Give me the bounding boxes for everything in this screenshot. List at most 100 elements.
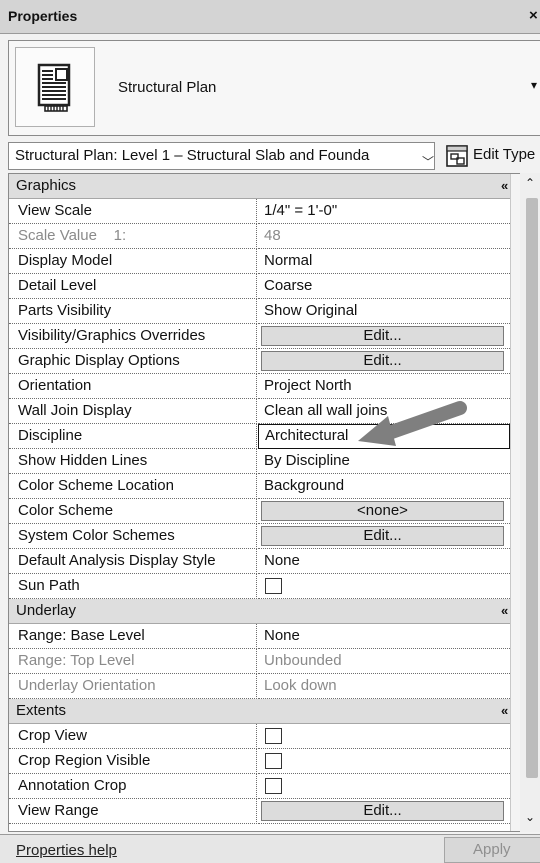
annotation-crop-checkbox[interactable] (265, 778, 282, 794)
type-selector[interactable]: Structural Plan ▾ (8, 40, 540, 136)
palette-footer: Properties help Apply (0, 834, 540, 863)
sun-path-checkbox[interactable] (265, 578, 282, 594)
collapse-icon[interactable]: « (501, 599, 508, 623)
title-bar: Properties × (0, 0, 540, 34)
prop-row-cs-location: Color Scheme Location Background (9, 474, 510, 499)
prop-label: Sun Path (9, 574, 257, 599)
group-header-graphics[interactable]: Graphics « (9, 174, 510, 199)
scroll-thumb[interactable] (526, 198, 538, 778)
crop-region-checkbox[interactable] (265, 753, 282, 769)
color-scheme-button[interactable]: <none> (261, 501, 504, 521)
prop-label: Parts Visibility (9, 299, 257, 324)
collapse-icon[interactable]: « (501, 699, 508, 723)
prop-value[interactable]: 1/4" = 1'-0" (258, 199, 510, 224)
chevron-down-icon: ﹀ (422, 155, 435, 169)
scroll-down-icon[interactable]: ⌄ (520, 807, 540, 827)
view-range-edit-button[interactable]: Edit... (261, 801, 504, 821)
prop-value-cell (258, 774, 510, 799)
apply-button[interactable]: Apply (444, 837, 540, 863)
prop-row-scale-value: Scale Value 1: 48 (9, 224, 510, 249)
prop-row-underlay-orientation: Underlay Orientation Look down (9, 674, 510, 699)
prop-value: Look down (258, 674, 510, 699)
prop-value[interactable]: Background (258, 474, 510, 499)
prop-label: Wall Join Display (9, 399, 257, 424)
graphic-display-edit-button[interactable]: Edit... (261, 351, 504, 371)
prop-label: View Range (9, 799, 257, 824)
prop-value: 48 (258, 224, 510, 249)
prop-label: Scale Value 1: (9, 224, 257, 249)
close-icon[interactable]: × (529, 7, 538, 24)
prop-label: Display Model (9, 249, 257, 274)
prop-label: Default Analysis Display Style (9, 549, 257, 574)
prop-value-cell (258, 574, 510, 599)
prop-label: Color Scheme (9, 499, 257, 524)
group-title: Underlay (16, 602, 77, 619)
annotation-arrow (358, 401, 467, 446)
prop-row-detail-level: Detail Level Coarse (9, 274, 510, 299)
prop-value[interactable]: Show Original (258, 299, 510, 324)
prop-row-orientation: Orientation Project North (9, 374, 510, 399)
prop-label: Detail Level (9, 274, 257, 299)
prop-label: Discipline (9, 424, 257, 449)
prop-row-vg-overrides: Visibility/Graphics Overrides Edit... (9, 324, 510, 349)
prop-row-top-level: Range: Top Level Unbounded (9, 649, 510, 674)
prop-label: Graphic Display Options (9, 349, 257, 374)
type-dropdown-icon[interactable]: ▾ (531, 78, 537, 92)
instance-filter-dropdown[interactable]: Structural Plan: Level 1 – Structural Sl… (8, 142, 435, 170)
instance-filter-value: Structural Plan: Level 1 – Structural Sl… (15, 147, 370, 164)
prop-label: Crop Region Visible (9, 749, 257, 774)
prop-label: Color Scheme Location (9, 474, 257, 499)
prop-label: Annotation Crop (9, 774, 257, 799)
prop-row-view-scale: View Scale 1/4" = 1'-0" (9, 199, 510, 224)
palette-title: Properties (8, 8, 78, 24)
prop-row-analysis-style: Default Analysis Display Style None (9, 549, 510, 574)
prop-row-base-level: Range: Base Level None (9, 624, 510, 649)
prop-row-display-model: Display Model Normal (9, 249, 510, 274)
type-name: Structural Plan (118, 79, 217, 96)
prop-row-annotation-crop: Annotation Crop (9, 774, 510, 799)
prop-label: Crop View (9, 724, 257, 749)
properties-palette: Properties × Structural Plan ▾ Structura… (0, 0, 540, 863)
prop-row-sun-path: Sun Path (9, 574, 510, 599)
crop-view-checkbox[interactable] (265, 728, 282, 744)
prop-row-crop-view: Crop View (9, 724, 510, 749)
group-header-underlay[interactable]: Underlay « (9, 599, 510, 624)
collapse-icon[interactable]: « (501, 174, 508, 198)
prop-row-parts-visibility: Parts Visibility Show Original (9, 299, 510, 324)
edit-type-icon (446, 145, 468, 167)
prop-value-cell: <none> (258, 499, 510, 524)
prop-label: Range: Base Level (9, 624, 257, 649)
prop-value: Unbounded (258, 649, 510, 674)
prop-row-color-scheme: Color Scheme <none> (9, 499, 510, 524)
properties-help-link[interactable]: Properties help (16, 842, 117, 859)
vg-overrides-edit-button[interactable]: Edit... (261, 326, 504, 346)
prop-row-view-range: View Range Edit... (9, 799, 510, 824)
vertical-scrollbar[interactable]: ⌃ ⌄ (520, 173, 540, 832)
prop-label: Show Hidden Lines (9, 449, 257, 474)
prop-value[interactable]: None (258, 549, 510, 574)
prop-value-cell: Edit... (258, 349, 510, 374)
prop-value[interactable]: Coarse (258, 274, 510, 299)
prop-value-cell (258, 724, 510, 749)
properties-grid: Graphics « View Scale 1/4" = 1'-0" Scale… (8, 173, 532, 832)
group-title: Extents (16, 702, 67, 719)
edit-type-button[interactable]: Edit Type (443, 142, 540, 170)
group-title: Graphics (16, 177, 77, 194)
floor-plan-icon (15, 47, 95, 127)
prop-row-graphic-display: Graphic Display Options Edit... (9, 349, 510, 374)
prop-value[interactable]: Normal (258, 249, 510, 274)
prop-label: Orientation (9, 374, 257, 399)
prop-value-cell: Edit... (258, 524, 510, 549)
group-header-extents[interactable]: Extents « (9, 699, 510, 724)
prop-value-cell: Edit... (258, 799, 510, 824)
prop-value-cell (258, 749, 510, 774)
prop-label: System Color Schemes (9, 524, 257, 549)
scroll-up-icon[interactable]: ⌃ (520, 173, 540, 193)
prop-row-crop-region: Crop Region Visible (9, 749, 510, 774)
instance-selector-row: Structural Plan: Level 1 – Structural Sl… (0, 140, 540, 173)
prop-value-cell: Edit... (258, 324, 510, 349)
prop-value[interactable]: None (258, 624, 510, 649)
prop-label: Range: Top Level (9, 649, 257, 674)
prop-value[interactable]: Project North (258, 374, 510, 399)
system-color-edit-button[interactable]: Edit... (261, 526, 504, 546)
